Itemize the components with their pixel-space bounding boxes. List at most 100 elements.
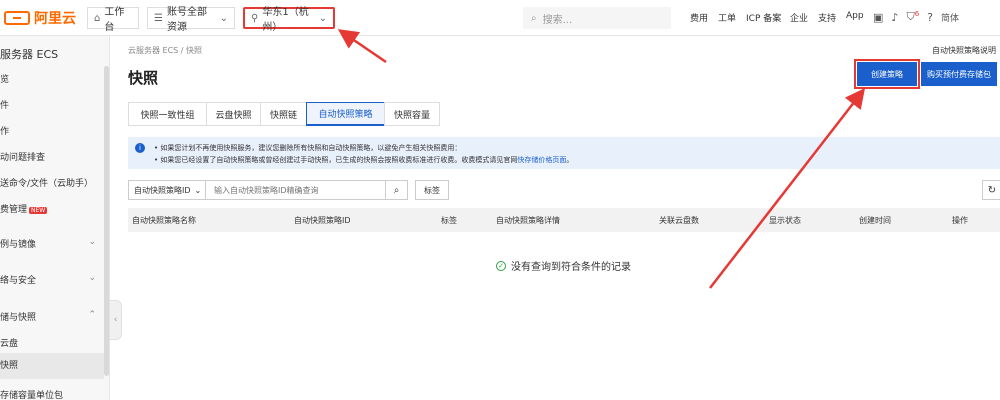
pricing-link[interactable]: 快存储价格页面	[517, 156, 566, 164]
workbench-label: 工作台	[104, 7, 125, 33]
tab-consistency-group[interactable]: 快照一致性组	[128, 102, 206, 126]
terminal-icon[interactable]: ▣	[873, 11, 883, 24]
notice-line-2-end: 。	[566, 156, 574, 164]
notice-line-2: • 如果您已经设置了自动快照策略或曾经创建过手动快照，已生成的快照会按照收费标准…	[154, 155, 573, 165]
sidebar-item-label: 快照	[0, 361, 19, 371]
refresh-icon: ↻	[987, 184, 997, 196]
col-policy-name: 自动快照策略名称	[132, 216, 196, 225]
col-created: 创建时间	[859, 216, 891, 225]
chevron-down-icon: ⌄	[88, 273, 96, 283]
info-icon: i	[135, 143, 145, 153]
nav-fee[interactable]: 费用	[690, 11, 718, 24]
chevron-down-icon: ⌄	[88, 237, 96, 247]
region-selector[interactable]: ⚲ 华东1（杭州） ⌄	[243, 7, 335, 33]
policy-id-search-input[interactable]	[206, 180, 386, 200]
logo[interactable]: 阿里云	[4, 9, 76, 27]
breadcrumb: 云服务器 ECS / 快照	[128, 46, 203, 55]
sidebar-collapse-handle[interactable]: ‹	[110, 300, 122, 340]
sidebar-item-label: 作	[0, 127, 10, 137]
top-icons: ▣ ♪ ⛉6 ? 简体	[873, 10, 959, 24]
col-actions: 操作	[952, 216, 968, 225]
chevron-down-icon: ⌄	[194, 185, 202, 195]
sidebar-item-label: 送命令/文件（云助手）	[0, 179, 94, 189]
nav-support[interactable]: 支持	[818, 11, 846, 24]
nav-enterprise[interactable]: 企业	[790, 11, 818, 24]
sidebar-item-label: 件	[0, 101, 10, 111]
empty-text: 没有查询到符合条件的记录	[511, 262, 631, 273]
nav-icp[interactable]: ICP 备案	[746, 11, 790, 24]
top-nav: 费用 工单 ICP 备案 企业 支持 App	[690, 11, 874, 24]
list-icon: ☰	[154, 12, 163, 24]
arrow-to-create-button	[709, 88, 866, 289]
workbench-button[interactable]: ⌂ 工作台	[87, 7, 139, 33]
check-circle-icon: ✓	[496, 260, 506, 271]
account-selector[interactable]: ☰ 账号全部资源 ⌄	[147, 7, 235, 33]
notice-line-2-text: • 如果您已经设置了自动快照策略或曾经创建过手动快照，已生成的快照会按照收费标准…	[154, 156, 518, 164]
sidebar-item-tasks[interactable]: 作	[0, 124, 104, 137]
sidebar-item-scu[interactable]: 存储容量单位包	[0, 388, 104, 400]
sidebar-item-billing[interactable]: 费管理 NEW	[0, 202, 104, 215]
col-disk-count: 关联云盘数	[659, 216, 699, 225]
tab-snapshot-capacity[interactable]: 快照容量	[384, 102, 440, 126]
cart-icon[interactable]: ⛉6	[906, 10, 919, 24]
sidebar-item-label: 络与安全	[0, 276, 37, 286]
sidebar-item-label: 储与快照	[0, 313, 37, 323]
empty-state: ✓ 没有查询到符合条件的记录	[496, 258, 631, 273]
filter-field-select[interactable]: 自动快照策略ID ⌄	[128, 180, 206, 200]
chevron-left-icon: ‹	[113, 315, 118, 325]
arrow-to-region	[337, 29, 387, 64]
buy-storage-package-button[interactable]: 购买预付费存储包	[921, 62, 997, 86]
sidebar-item-overview[interactable]: 览	[0, 72, 104, 85]
search-placeholder: 搜索...	[542, 14, 573, 26]
chevron-down-icon: ⌄	[318, 12, 327, 24]
chevron-up-icon: ⌃	[88, 310, 96, 320]
logo-mark-icon	[4, 11, 30, 25]
sidebar-item-label: 云盘	[0, 339, 19, 349]
chevron-down-icon: ⌄	[219, 12, 228, 24]
nav-app[interactable]: App	[846, 11, 874, 24]
sidebar-group-network[interactable]: 络与安全 ⌄	[0, 273, 104, 286]
sidebar-item-label: 存储容量单位包	[0, 391, 64, 400]
filter-field-label: 自动快照策略ID	[134, 185, 191, 195]
sidebar-scrollbar[interactable]	[104, 66, 109, 376]
help-link[interactable]: 自动快照策略说明	[932, 45, 996, 56]
sidebar-item-snapshot[interactable]: 快照	[0, 353, 104, 379]
top-bar: 阿里云 ⌂ 工作台 ☰ 账号全部资源 ⌄ ⚲ 华东1（杭州） ⌄ ⌕ 搜索...…	[0, 0, 1000, 36]
home-icon: ⌂	[94, 12, 101, 24]
account-label: 账号全部资源	[166, 7, 207, 33]
search-icon: ⌕	[531, 12, 537, 24]
sidebar-item-events[interactable]: 件	[0, 98, 104, 111]
col-tags: 标签	[441, 216, 457, 225]
logo-text: 阿里云	[34, 11, 76, 27]
nav-ticket[interactable]: 工单	[718, 11, 746, 24]
lang-switch[interactable]: 简体	[941, 11, 959, 24]
notice-line-1: • 如果您计划不再使用快照服务，建议您删除所有快照和自动快照策略，以避免产生相关…	[154, 144, 462, 152]
notify-badge: 6	[914, 10, 920, 18]
tab-bar: 快照一致性组 云盘快照 快照链 自动快照策略 快照容量	[128, 102, 440, 126]
sidebar-item-label: 览	[0, 75, 10, 85]
annotation-arrows	[337, 29, 866, 289]
sidebar-group-storage[interactable]: 储与快照 ⌃	[0, 310, 104, 323]
sidebar-item-cloud-assistant[interactable]: 送命令/文件（云助手）	[0, 176, 104, 189]
sidebar: 服务器 ECS 览 件 作 动问题排查 送命令/文件（云助手） 费管理 NEW 例…	[0, 36, 110, 400]
page-title: 快照	[128, 69, 159, 87]
bell-icon[interactable]: ♪	[891, 11, 898, 24]
sidebar-item-label: 例与镜像	[0, 240, 37, 250]
col-status: 显示状态	[769, 216, 801, 225]
sidebar-item-diagnose[interactable]: 动问题排查	[0, 150, 104, 163]
tab-snapshot-chain[interactable]: 快照链	[260, 102, 306, 126]
tab-disk-snapshot[interactable]: 云盘快照	[206, 102, 260, 126]
new-badge: NEW	[29, 207, 48, 214]
global-search-input[interactable]: ⌕ 搜索...	[523, 7, 671, 29]
tag-filter-button[interactable]: 标签	[415, 180, 449, 200]
sidebar-item-disk[interactable]: 云盘	[0, 336, 104, 349]
refresh-button[interactable]: ↻	[982, 180, 1000, 200]
col-policy-id: 自动快照策略ID	[294, 216, 351, 225]
help-icon[interactable]: ?	[927, 11, 933, 24]
region-label: 华东1（杭州）	[262, 7, 309, 33]
create-policy-button[interactable]: 创建策略	[854, 59, 920, 89]
tab-auto-snapshot-policy[interactable]: 自动快照策略	[306, 102, 384, 126]
sidebar-item-label: 费管理	[0, 205, 28, 215]
search-button[interactable]: ⌕	[386, 180, 408, 200]
sidebar-group-instances[interactable]: 例与镜像 ⌄	[0, 237, 104, 250]
